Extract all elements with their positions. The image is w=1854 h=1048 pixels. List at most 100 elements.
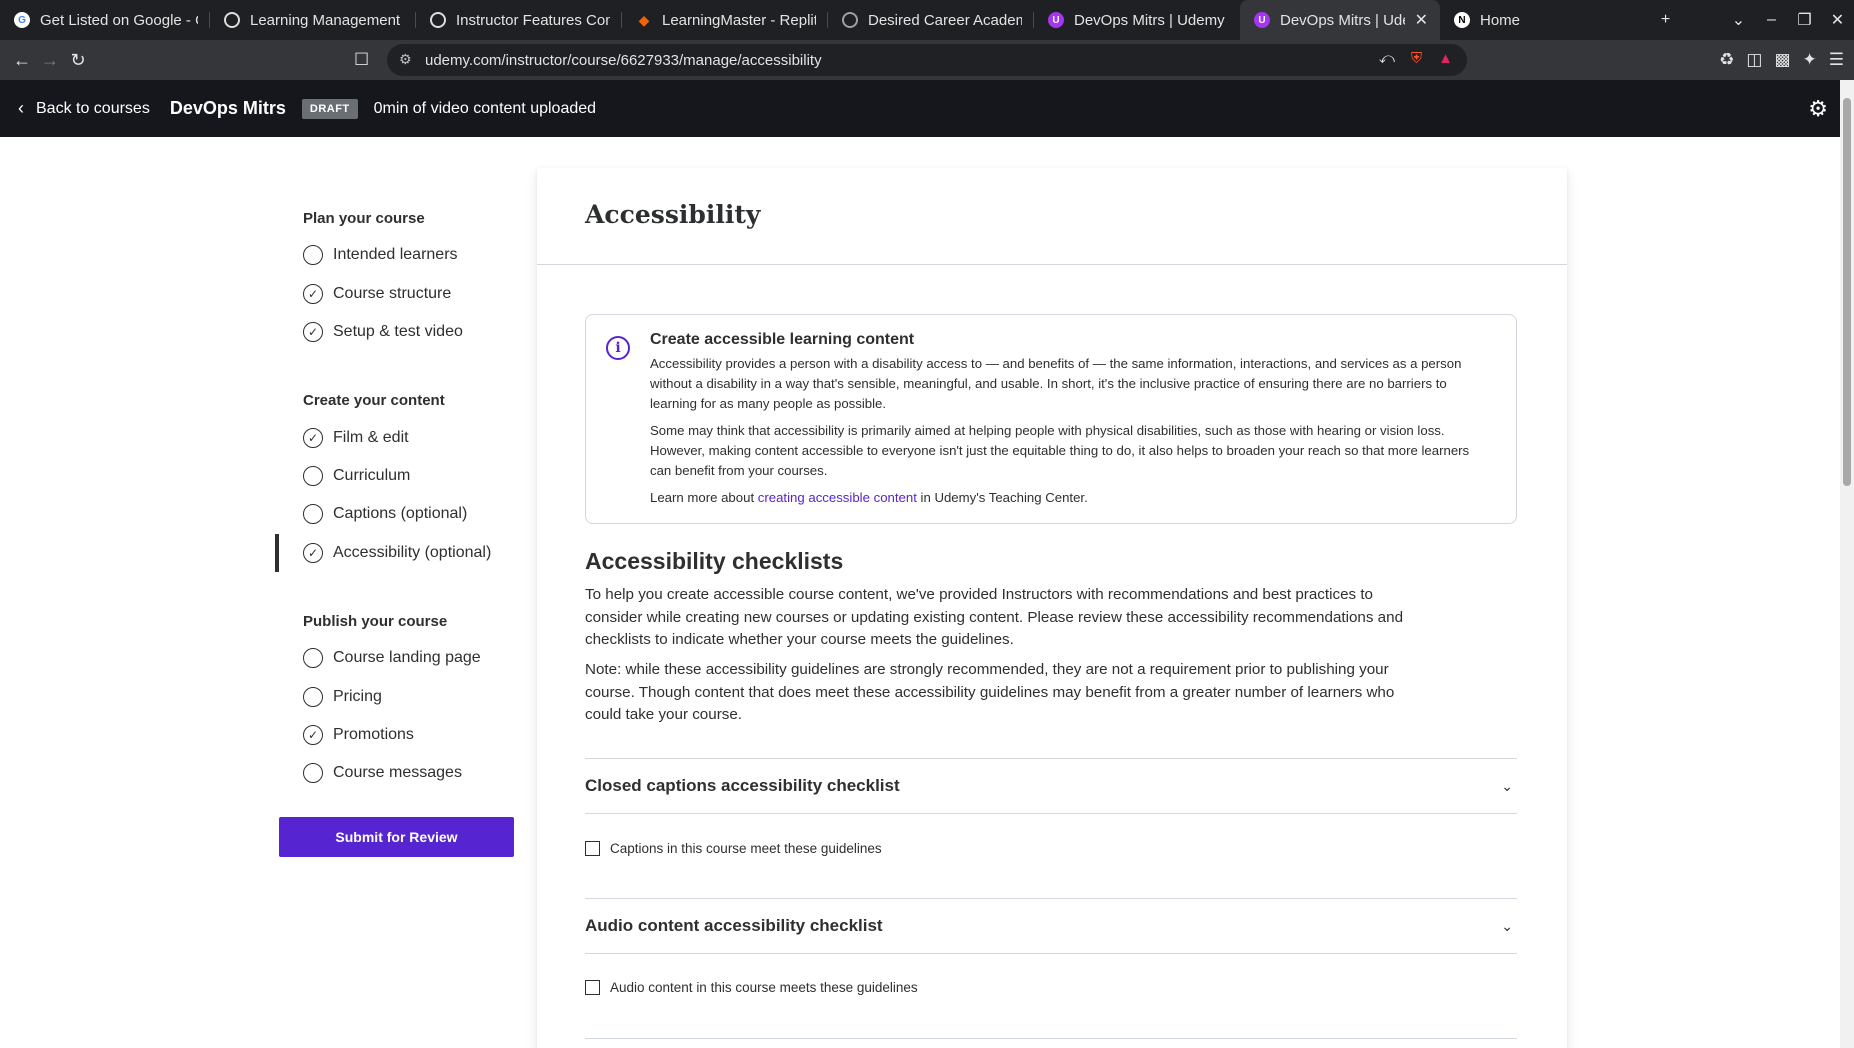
brave-shields-icon[interactable]: ⛨ — [1411, 50, 1422, 67]
check-circle-icon: ✓ — [303, 322, 323, 342]
url-text[interactable]: udemy.com/instructor/course/6627933/mana… — [425, 52, 822, 69]
creating-accessible-content-link[interactable]: creating accessible content — [758, 490, 917, 505]
notion-icon: N — [1454, 12, 1470, 28]
incomplete-circle-icon — [303, 466, 323, 486]
active-item-indicator — [275, 534, 279, 572]
incomplete-circle-icon — [303, 245, 323, 265]
back-arrow-icon[interactable]: ← — [8, 50, 36, 71]
checkbox[interactable] — [585, 841, 600, 856]
info-alert: i Create accessible learning content Acc… — [585, 314, 1517, 524]
browser-toolbar: ← → ↻ ☐ ⚙ udemy.com/instructor/course/66… — [0, 40, 1854, 80]
sidebar-item-label: Course structure — [333, 285, 452, 302]
sidebar-group-title: Plan your course — [303, 210, 425, 227]
sidebar-group-title: Create your content — [303, 392, 445, 409]
wallet-icon[interactable]: ▩ — [1774, 50, 1790, 70]
sidebar-item-label: Curriculum — [333, 467, 411, 484]
check-circle-icon: ✓ — [303, 284, 323, 304]
brave-rewards-icon[interactable]: ▲ — [1438, 50, 1453, 67]
checkbox-label: Captions in this course meet these guide… — [610, 841, 882, 856]
sidebar-item-curriculum[interactable]: Curriculum — [303, 464, 410, 488]
scrollbar-thumb[interactable] — [1843, 98, 1851, 486]
sidebar-group-title: Publish your course — [303, 613, 448, 630]
chatgpt-icon — [430, 12, 446, 28]
checklists-heading: Accessibility checklists — [585, 548, 844, 574]
browser-tab-active[interactable]: U DevOps Mitrs | Udem ✕ — [1240, 0, 1440, 40]
browser-tab[interactable]: U DevOps Mitrs | Udemy — [1034, 0, 1240, 40]
draft-badge: DRAFT — [301, 98, 358, 119]
course-title: DevOps Mitrs — [169, 98, 286, 118]
divider — [585, 1038, 1517, 1039]
sidebar-icon[interactable]: ◫ — [1746, 50, 1762, 70]
browser-tab[interactable]: N Home — [1440, 0, 1640, 40]
sidebar-item-pricing[interactable]: Pricing — [303, 685, 382, 709]
page-title: Accessibility — [585, 200, 761, 229]
browser-tab[interactable]: Desired Career Academ — [828, 0, 1034, 40]
sidebar-item-label: Captions (optional) — [333, 505, 468, 522]
chevron-left-icon: ‹ — [18, 98, 24, 118]
check-circle-icon: ✓ — [303, 543, 323, 563]
audio-content-accordion[interactable]: Audio content accessibility checklist ⌄ — [585, 898, 1517, 954]
browser-tab[interactable]: Instructor Features Com — [416, 0, 622, 40]
chevron-down-icon: ⌄ — [1501, 777, 1513, 794]
browser-tab[interactable]: Learning Management — [210, 0, 416, 40]
card-header: Accessibility — [537, 168, 1567, 265]
incomplete-circle-icon — [303, 648, 323, 668]
sidebar-item-film-edit[interactable]: ✓ Film & edit — [303, 426, 409, 450]
sidebar-item-intended-learners[interactable]: Intended learners — [303, 243, 458, 267]
menu-icon[interactable]: ☰ — [1829, 50, 1844, 70]
close-window-icon[interactable]: ✕ — [1821, 10, 1854, 30]
sidebar-item-accessibility[interactable]: ✓ Accessibility (optional) — [303, 541, 491, 565]
checklists-intro: To help you create accessible course con… — [585, 586, 1404, 648]
sidebar-item-promotions[interactable]: ✓ Promotions — [303, 723, 414, 747]
browser-tab[interactable]: ◆ LearningMaster - Replit — [622, 0, 828, 40]
site-settings-icon[interactable]: ⚙ — [399, 51, 412, 68]
close-tab-icon[interactable]: ✕ — [1415, 10, 1428, 30]
sidebar-item-course-messages[interactable]: Course messages — [303, 761, 462, 785]
sidebar-item-label: Course messages — [333, 764, 462, 781]
globe-icon — [842, 12, 858, 28]
submit-for-review-button[interactable]: Submit for Review — [279, 817, 514, 857]
sidebar-item-captions[interactable]: Captions (optional) — [303, 502, 467, 526]
closed-captions-accordion[interactable]: Closed captions accessibility checklist … — [585, 758, 1517, 814]
audio-guidelines-checkbox[interactable]: Audio content in this course meets these… — [585, 980, 918, 995]
share-icon[interactable]: ⤺ — [1379, 50, 1395, 67]
reload-icon[interactable]: ↻ — [64, 50, 92, 71]
incomplete-circle-icon — [303, 687, 323, 707]
replit-icon: ◆ — [638, 11, 650, 28]
incomplete-circle-icon — [303, 504, 323, 524]
sidebar-item-label: Accessibility (optional) — [333, 544, 492, 561]
check-circle-icon: ✓ — [303, 725, 323, 745]
checklists-note: Note: while these accessibility guidelin… — [585, 661, 1395, 723]
sidebar-item-label: Course landing page — [333, 649, 481, 666]
gear-icon[interactable]: ⚙ — [1808, 96, 1828, 122]
minimize-icon[interactable]: – — [1755, 11, 1788, 29]
check-circle-icon: ✓ — [303, 428, 323, 448]
udemy-icon: U — [1048, 12, 1064, 28]
new-tab-icon[interactable]: + — [1649, 11, 1682, 29]
window-controls: + ⌄ – ❐ ✕ — [1649, 0, 1854, 40]
sidebar-item-label: Promotions — [333, 726, 414, 743]
extensions-icon[interactable]: ♻ — [1719, 50, 1734, 70]
forward-arrow-icon[interactable]: → — [36, 50, 64, 71]
checkbox[interactable] — [585, 980, 600, 995]
browser-tab[interactable]: G Get Listed on Google - G — [0, 0, 210, 40]
learn-more-prefix: Learn more about — [650, 490, 758, 505]
chevron-down-icon: ⌄ — [1501, 917, 1513, 934]
sidebar-item-label: Setup & test video — [333, 323, 463, 340]
learn-more-suffix: in Udemy's Teaching Center. — [916, 490, 1088, 505]
sidebar-item-label: Film & edit — [333, 429, 409, 446]
info-paragraph: Some may think that accessibility is pri… — [650, 423, 1470, 478]
back-to-courses-link[interactable]: ‹ Back to courses — [18, 98, 150, 119]
leo-ai-icon[interactable]: ✦ — [1803, 50, 1817, 70]
sidebar-item-setup-test-video[interactable]: ✓ Setup & test video — [303, 320, 463, 344]
sidebar-item-course-landing-page[interactable]: Course landing page — [303, 646, 481, 670]
udemy-icon: U — [1254, 12, 1270, 28]
sidebar-item-course-structure[interactable]: ✓ Course structure — [303, 282, 451, 306]
checkbox-label: Audio content in this course meets these… — [610, 980, 918, 995]
captions-guidelines-checkbox[interactable]: Captions in this course meet these guide… — [585, 841, 882, 856]
maximize-icon[interactable]: ❐ — [1788, 10, 1821, 30]
bookmark-icon[interactable]: ☐ — [354, 50, 369, 70]
tab-list-chevron-icon[interactable]: ⌄ — [1722, 10, 1755, 30]
info-icon: i — [606, 336, 630, 360]
address-bar[interactable]: ⚙ udemy.com/instructor/course/6627933/ma… — [387, 44, 1467, 76]
